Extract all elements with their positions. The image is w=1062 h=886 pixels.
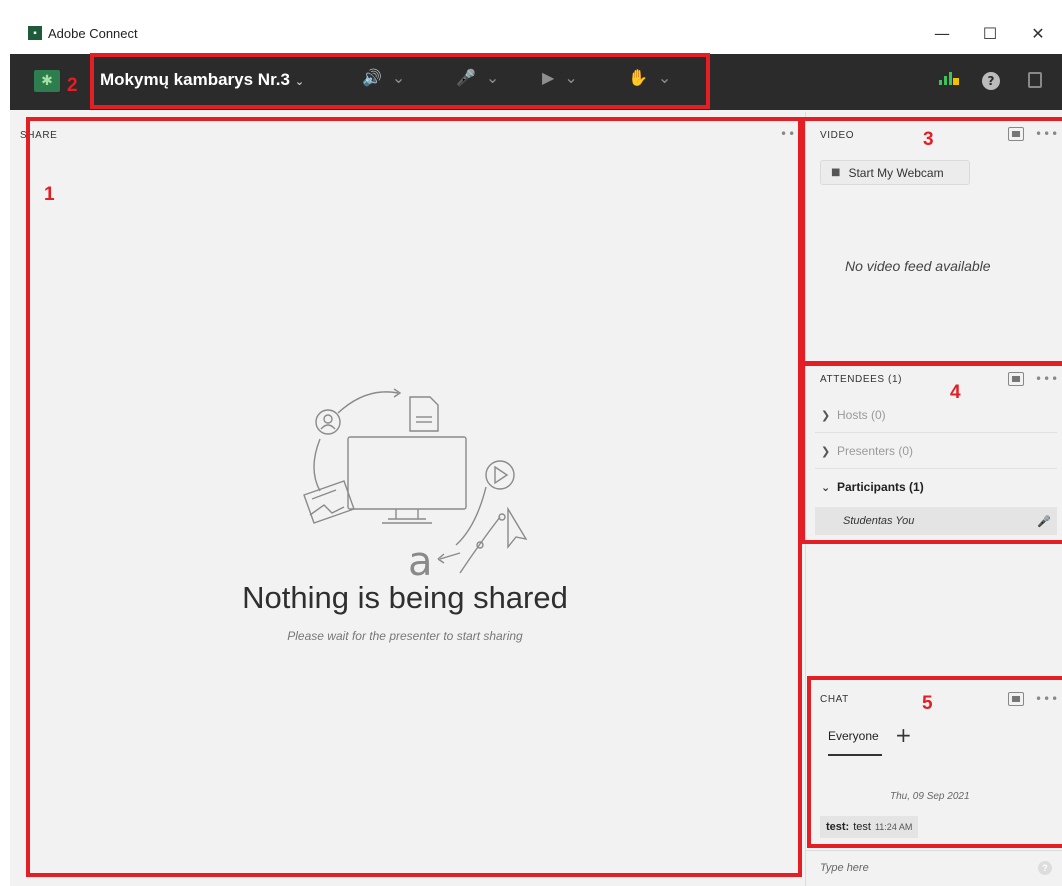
fullscreen-button[interactable]: [1028, 72, 1042, 88]
maximize-button[interactable]: ☐: [966, 24, 1014, 43]
annotation-number-2: 2: [67, 75, 78, 96]
fullscreen-icon: [1028, 72, 1042, 88]
attendee-group-presenters[interactable]: ❯ Presenters (0): [815, 434, 1057, 468]
camera-menu[interactable]: ▶ ⌄: [542, 68, 578, 87]
add-chat-tab-button[interactable]: +: [895, 723, 912, 747]
video-pod-menu-button[interactable]: •••: [1035, 127, 1059, 141]
chevron-down-icon: ⌄: [485, 68, 500, 87]
chevron-down-icon: ⌄: [391, 68, 406, 87]
attendee-group-label: Participants (1): [837, 480, 924, 494]
adobe-connect-logo-icon: ✱: [34, 70, 60, 92]
speaker-icon: 🔊: [362, 68, 382, 87]
help-icon[interactable]: ?: [1038, 861, 1052, 875]
share-pod-menu-button[interactable]: •••: [780, 127, 804, 141]
camera-icon: ■: [831, 167, 841, 178]
annotation-number-3: 3: [923, 129, 934, 150]
window-controls: — ☐ ✕: [918, 12, 1062, 54]
annotation-number-1: 1: [44, 184, 55, 205]
chat-message-time: 11:24 AM: [874, 822, 913, 832]
minimize-button[interactable]: —: [918, 24, 966, 43]
participant-row[interactable]: Studentas You 🎤: [815, 507, 1057, 535]
maximize-pod-icon[interactable]: [1008, 372, 1024, 386]
attendees-pod-title: ATTENDEES (1): [820, 374, 903, 385]
nothing-shared-illustration: a: [303, 388, 528, 577]
attendee-group-label: Hosts (0): [837, 408, 886, 422]
nothing-shared-heading: Nothing is being shared: [242, 580, 568, 615]
nothing-shared-subtext: Please wait for the presenter to start s…: [287, 629, 523, 643]
chevron-down-icon: ⌄: [564, 68, 578, 87]
connection-bars-icon: [939, 72, 959, 85]
camera-icon: ▶: [542, 68, 555, 87]
attendees-pod-menu-button[interactable]: •••: [1035, 372, 1059, 386]
attendee-group-label: Presenters (0): [837, 444, 914, 458]
participant-name: Studentas You: [843, 515, 915, 527]
annotation-number-5: 5: [922, 693, 933, 714]
maximize-pod-icon[interactable]: [1008, 127, 1024, 141]
help-button[interactable]: ?: [982, 72, 1000, 90]
chevron-down-icon: ⌄: [821, 480, 831, 494]
chat-input[interactable]: Type here: [820, 862, 869, 874]
app-logo-icon: ▪: [28, 26, 42, 40]
close-button[interactable]: ✕: [1014, 24, 1062, 43]
annotation-number-4: 4: [950, 382, 961, 403]
room-name: Mokymų kambarys Nr.3: [100, 70, 290, 89]
start-webcam-button[interactable]: ■ Start My Webcam: [820, 160, 970, 185]
microphone-icon: 🎤: [1037, 514, 1051, 528]
chevron-down-icon: ⌄: [294, 75, 305, 88]
maximize-pod-icon[interactable]: [1008, 692, 1024, 706]
chat-message-sender: test:: [826, 821, 850, 833]
title-bar: ▪ Adobe Connect — ☐ ✕: [10, 12, 1062, 54]
no-video-feed-text: No video feed available: [845, 258, 991, 274]
room-name-menu[interactable]: Mokymų kambarys Nr.3 ⌄: [100, 70, 304, 90]
chat-message: test: test 11:24 AM: [820, 816, 919, 838]
chat-message-text: test: [853, 821, 871, 833]
help-icon: ?: [982, 72, 1000, 90]
chat-pod-title: CHAT: [820, 694, 849, 705]
divider: [815, 432, 1057, 433]
video-pod-title: VIDEO: [820, 130, 855, 141]
start-webcam-label: Start My Webcam: [848, 165, 944, 180]
chat-date-separator: Thu, 09 Sep 2021: [890, 791, 970, 802]
share-pod-title: SHARE: [20, 130, 58, 141]
microphone-icon: 🎤: [456, 68, 476, 87]
raise-hand-icon: ✋: [628, 68, 648, 87]
divider: [805, 850, 1062, 851]
chevron-right-icon: ❯: [821, 444, 831, 458]
attendee-group-participants[interactable]: ⌄ Participants (1): [815, 470, 1057, 504]
microphone-menu[interactable]: 🎤 ⌄: [456, 68, 499, 87]
raise-hand-menu[interactable]: ✋ ⌄: [628, 68, 671, 87]
svg-text:a: a: [408, 539, 433, 577]
window-title: Adobe Connect: [48, 25, 138, 41]
chevron-down-icon: ⌄: [657, 68, 672, 87]
meeting-toolbar: ✱ Mokymų kambarys Nr.3 ⌄ 🔊 ⌄ 🎤 ⌄ ▶ ⌄ ✋ ⌄ ?: [10, 54, 1062, 110]
chevron-right-icon: ❯: [821, 408, 831, 422]
chat-pod-menu-button[interactable]: •••: [1035, 692, 1059, 706]
active-tab-indicator: [828, 754, 882, 756]
speaker-menu[interactable]: 🔊 ⌄: [362, 68, 405, 87]
connection-status-button[interactable]: [938, 68, 960, 90]
chat-tab-everyone[interactable]: Everyone: [828, 729, 879, 743]
attendee-group-hosts[interactable]: ❯ Hosts (0): [815, 398, 1057, 432]
adobe-connect-window: ▪ Adobe Connect — ☐ ✕ ✱ Mokymų kambarys …: [10, 12, 1062, 886]
divider: [815, 468, 1057, 469]
